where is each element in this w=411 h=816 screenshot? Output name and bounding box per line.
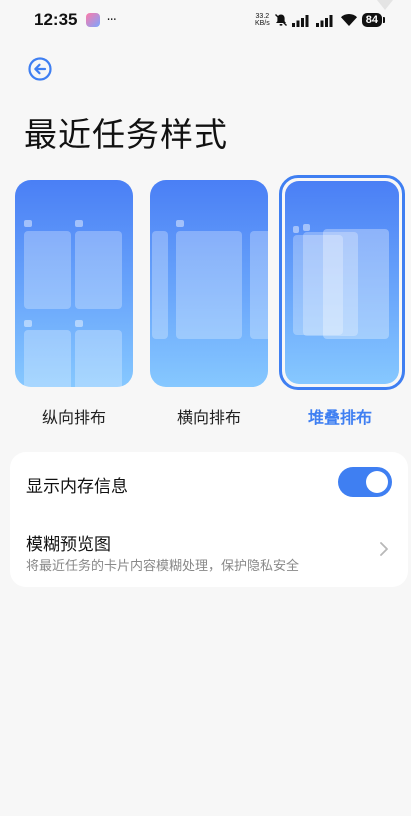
- status-time: 12:35: [34, 10, 78, 29]
- style-label-vertical: 纵向排布: [41, 408, 106, 427]
- style-option-vertical[interactable]: 纵向排布: [13, 175, 135, 430]
- preview-dot: [293, 226, 299, 233]
- preview-pane: [75, 231, 122, 309]
- blur-preview-description: 将最近任务的卡片内容模糊处理，保护隐私安全: [26, 559, 300, 574]
- preview-pane: [323, 229, 389, 339]
- style-option-stacked[interactable]: 堆叠排布: [279, 175, 405, 430]
- signal-2-icon: [315, 14, 333, 27]
- page-title: 最近任务样式: [24, 115, 228, 154]
- battery-tip: [383, 17, 385, 23]
- preview-pane: [152, 231, 168, 339]
- preview-pane: [24, 330, 71, 387]
- style-label-horizontal: 横向排布: [176, 408, 241, 427]
- signal-1-icon: [291, 14, 309, 27]
- preview-pane: [75, 330, 122, 387]
- wifi-icon: [340, 13, 357, 26]
- status-bar: 12:35 ··· 33.2 KB/s 84: [0, 0, 411, 40]
- network-speed-unit: KB/s: [254, 20, 270, 27]
- toggle-knob: [366, 471, 388, 493]
- settings-panel: 显示内存信息 模糊预览图 将最近任务的卡片内容模糊处理，保护隐私安全: [10, 452, 408, 587]
- preview-dot: [303, 224, 310, 231]
- preview-dot: [24, 220, 32, 227]
- preview-dot: [75, 220, 83, 227]
- preview-card-horizontal: [150, 180, 268, 387]
- network-speed-value: 33.2: [255, 13, 270, 20]
- preview-pane: [24, 231, 71, 309]
- preview-dot: [24, 320, 32, 327]
- show-memory-label: 显示内存信息: [26, 477, 128, 497]
- preview-dot: [75, 320, 83, 327]
- preview-dot: [176, 220, 184, 227]
- chevron-right-icon: [380, 542, 388, 556]
- blur-preview-label: 模糊预览图: [26, 535, 111, 555]
- layout-style-options: 纵向排布 横向排布 堆叠排布: [0, 175, 411, 435]
- show-memory-row[interactable]: 显示内存信息: [10, 452, 408, 516]
- blur-preview-row[interactable]: 模糊预览图 将最近任务的卡片内容模糊处理，保护隐私安全: [10, 520, 408, 582]
- back-button[interactable]: [26, 55, 54, 83]
- more-notifications-icon: ···: [106, 12, 116, 28]
- preview-pane: [250, 231, 268, 339]
- style-label-stacked: 堆叠排布: [307, 408, 372, 427]
- style-option-horizontal[interactable]: 横向排布: [148, 175, 270, 430]
- show-memory-toggle[interactable]: [338, 467, 392, 497]
- app-notification-icon: [86, 13, 101, 27]
- back-arrow-icon: [28, 57, 52, 81]
- bell-off-icon: [274, 14, 287, 26]
- network-speed: 33.2 KB/s: [255, 13, 270, 27]
- preview-card-stacked: [285, 181, 399, 384]
- battery-icon: 84: [361, 13, 382, 27]
- preview-card-vertical: [15, 180, 133, 387]
- preview-pane: [176, 231, 242, 339]
- notch-indicator-icon: [377, 0, 393, 10]
